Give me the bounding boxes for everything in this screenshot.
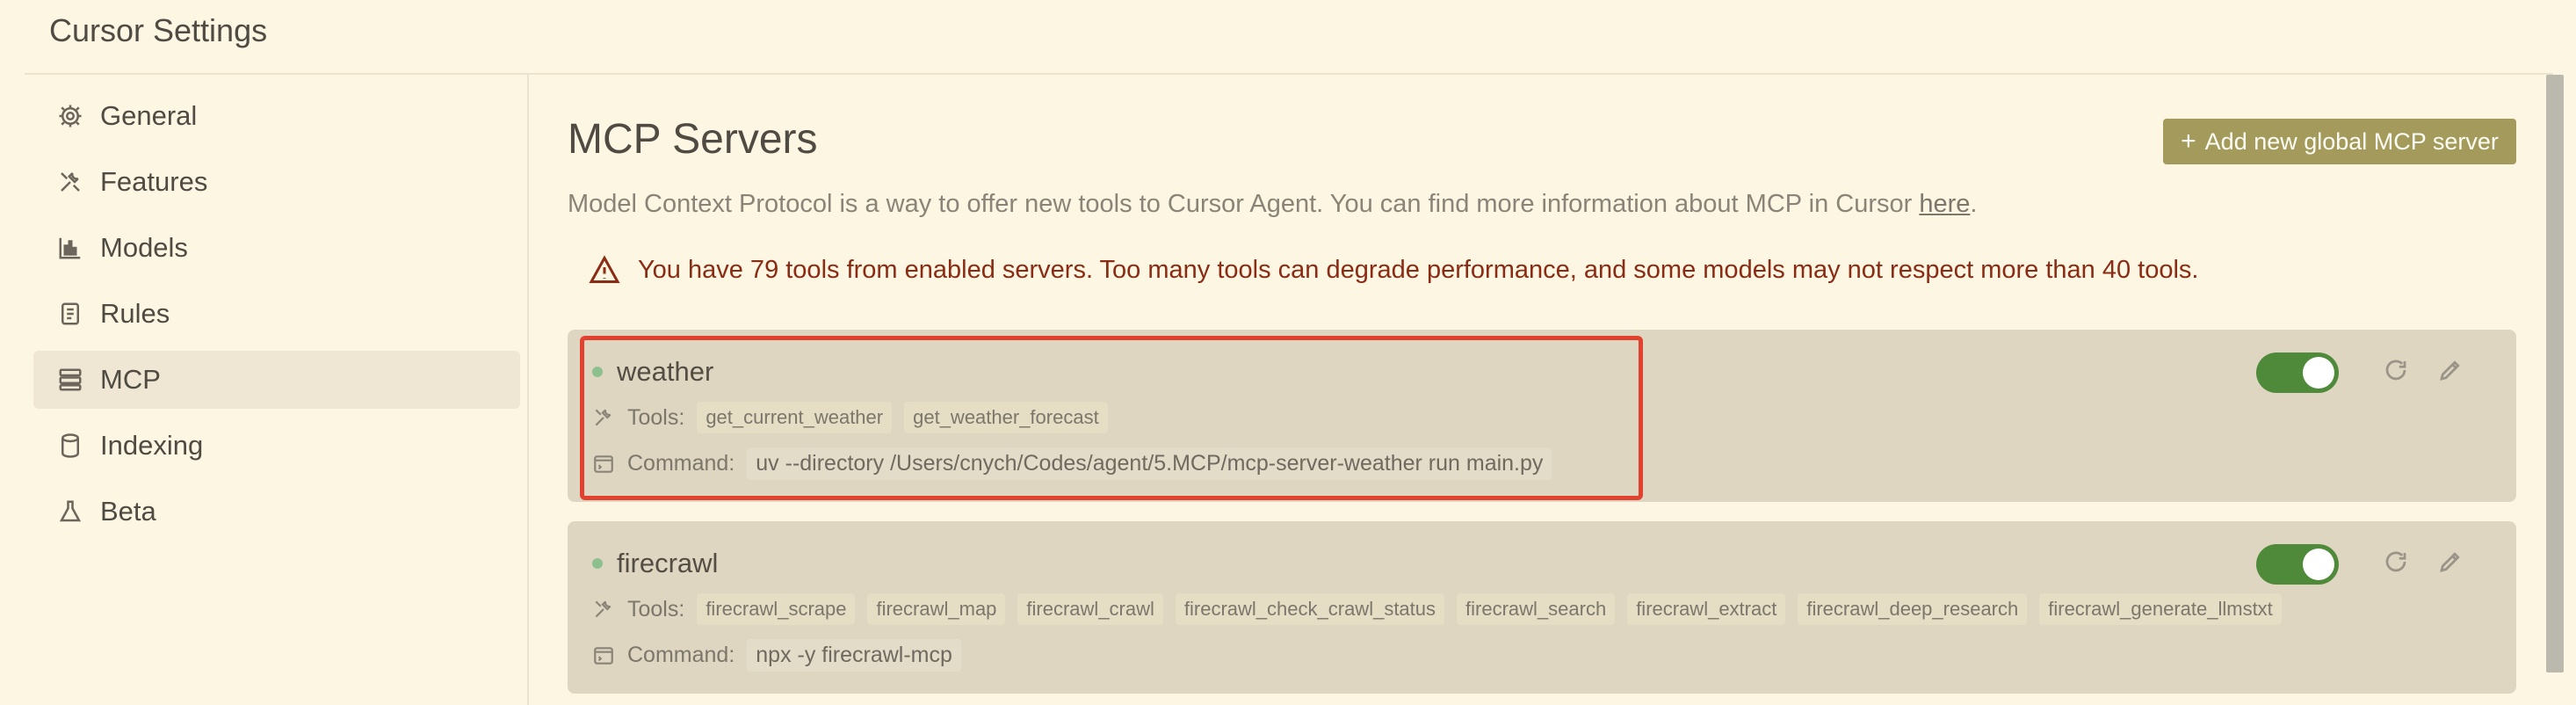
tool-chip: firecrawl_scrape: [697, 593, 856, 625]
main-panel: MCP Servers + Add new global MCP server …: [531, 75, 2551, 705]
sidebar-item-general[interactable]: General: [33, 87, 520, 145]
sidebar: General Features Models Rules MCP Indexi…: [25, 75, 529, 705]
command-row: Command: uv --directory /Users/cnych/Cod…: [592, 447, 1552, 480]
database-icon: [56, 432, 84, 460]
edit-icon[interactable]: [2437, 549, 2469, 580]
here-link[interactable]: here: [1919, 190, 1970, 218]
refresh-icon[interactable]: [2383, 549, 2414, 580]
tools-row: Tools: firecrawl_scrape firecrawl_map fi…: [592, 593, 2294, 625]
server-enable-toggle[interactable]: [2256, 352, 2339, 393]
command-value: uv --directory /Users/cnych/Codes/agent/…: [747, 447, 1552, 480]
server-name: weather: [617, 356, 714, 387]
tool-chip: firecrawl_search: [1457, 593, 1616, 625]
tools-row: Tools: get_current_weather get_weather_f…: [592, 402, 1120, 433]
tool-chip: firecrawl_generate_llmstxt: [2039, 593, 2282, 625]
server-card-firecrawl: firecrawl Tools: firecrawl_scrape firecr…: [568, 521, 2516, 694]
refresh-icon[interactable]: [2383, 357, 2414, 389]
sidebar-item-label: General: [100, 100, 198, 131]
tool-chip: firecrawl_map: [867, 593, 1006, 625]
add-global-mcp-server-button[interactable]: + Add new global MCP server: [2163, 119, 2516, 164]
plus-icon: +: [2181, 127, 2196, 156]
tool-chip: firecrawl_crawl: [1017, 593, 1163, 625]
server-card-weather: weather Tools: get_current_weather get_w…: [568, 330, 2516, 502]
status-dot: [592, 558, 603, 569]
page-title: MCP Servers: [568, 116, 818, 163]
sidebar-item-rules[interactable]: Rules: [33, 285, 520, 343]
sidebar-item-mcp[interactable]: MCP: [33, 351, 520, 409]
flask-icon: [56, 498, 84, 526]
server-enable-toggle[interactable]: [2256, 544, 2339, 585]
bar-chart-icon: [56, 234, 84, 262]
scrollbar[interactable]: [2546, 75, 2564, 672]
sidebar-item-label: Rules: [100, 298, 170, 329]
sidebar-item-beta[interactable]: Beta: [33, 483, 520, 541]
server-icon: [56, 366, 84, 394]
command-value: npx -y firecrawl-mcp: [747, 639, 961, 672]
terminal-icon: [592, 453, 615, 476]
page-description: Model Context Protocol is a way to offer…: [568, 190, 1978, 218]
sidebar-item-label: MCP: [100, 364, 161, 395]
sidebar-item-models[interactable]: Models: [33, 219, 520, 277]
terminal-icon: [592, 644, 615, 667]
tools-icon: [592, 598, 615, 621]
tool-chip: get_weather_forecast: [904, 402, 1108, 433]
status-dot: [592, 367, 603, 377]
warning-icon: [589, 255, 620, 283]
gear-icon: [56, 102, 84, 130]
window-title: Cursor Settings: [49, 12, 268, 48]
document-icon: [56, 300, 84, 328]
tool-count-warning: You have 79 tools from enabled servers. …: [589, 254, 2198, 286]
sidebar-item-label: Features: [100, 166, 208, 197]
tools-icon: [56, 168, 84, 196]
edit-icon[interactable]: [2437, 357, 2469, 389]
sidebar-item-label: Beta: [100, 496, 156, 527]
sidebar-item-features[interactable]: Features: [33, 153, 520, 211]
sidebar-item-indexing[interactable]: Indexing: [33, 417, 520, 475]
command-row: Command: npx -y firecrawl-mcp: [592, 639, 961, 672]
tool-chip: firecrawl_deep_research: [1798, 593, 2028, 625]
tool-chip: firecrawl_check_crawl_status: [1175, 593, 1445, 625]
tool-chip: get_current_weather: [697, 402, 893, 433]
sidebar-item-label: Indexing: [100, 430, 204, 461]
server-name: firecrawl: [617, 548, 719, 578]
tools-icon: [592, 406, 615, 429]
tool-chip: firecrawl_extract: [1627, 593, 1786, 625]
sidebar-item-label: Models: [100, 232, 188, 263]
